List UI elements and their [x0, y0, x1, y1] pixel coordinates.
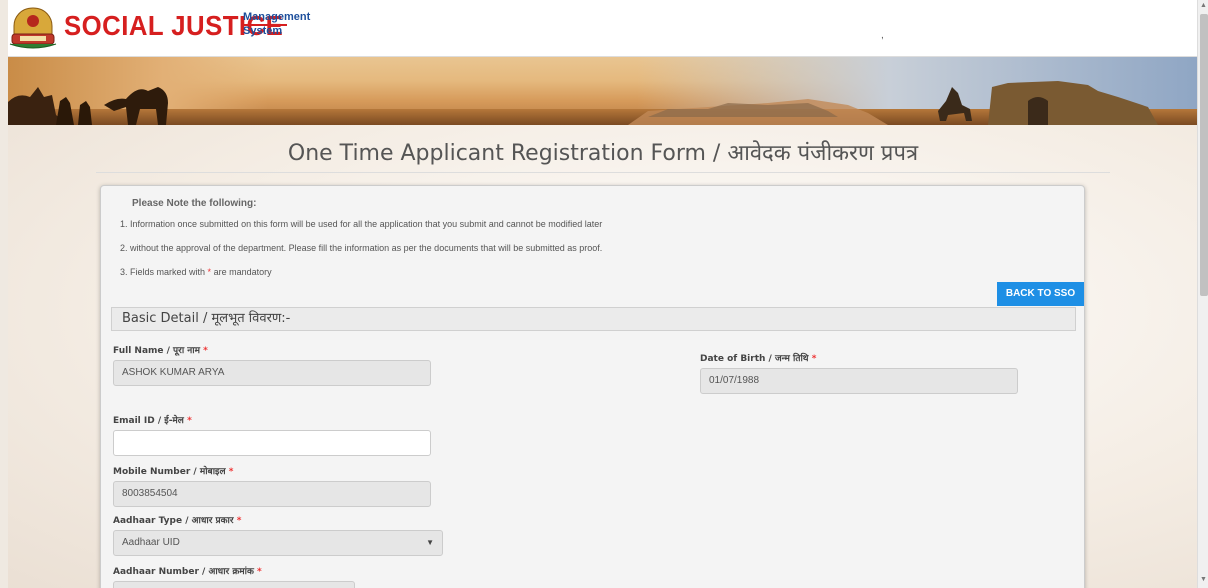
desert-banner-image: [8, 57, 1197, 125]
note-line-2: 2. without the approval of the departmen…: [120, 243, 603, 253]
site-header: SOCIAL JUSTICE Management System ,: [8, 0, 1197, 57]
email-label: Email ID / ई-मेल *: [113, 413, 192, 426]
aadhaar-number-field[interactable]: [113, 581, 355, 588]
full-name-field[interactable]: ASHOK KUMAR ARYA: [113, 360, 431, 386]
aadhaar-number-label: Aadhaar Number / आधार क्रमांक *: [113, 564, 262, 577]
required-star: *: [207, 267, 212, 277]
aadhaar-type-value: Aadhaar UID: [122, 537, 180, 548]
scrollbar-thumb[interactable]: [1200, 14, 1208, 296]
required-star: *: [203, 346, 208, 356]
brand-subtitle: Management System: [243, 12, 310, 37]
notes-heading: Please Note the following:: [132, 198, 257, 209]
page-scrollbar[interactable]: ▲ ▼: [1197, 0, 1208, 588]
scroll-up-icon[interactable]: ▲: [1200, 2, 1207, 9]
page-title: One Time Applicant Registration Form / आ…: [287, 141, 919, 166]
mobile-field[interactable]: 8003854504: [113, 481, 431, 507]
required-star: *: [811, 354, 817, 364]
required-star: *: [187, 416, 192, 426]
note-line-3: 3. Fields marked with * are mandatory: [120, 267, 272, 277]
required-star: *: [257, 567, 262, 577]
title-divider: [96, 172, 1110, 173]
note-line-3-suffix: are mandatory: [213, 267, 272, 277]
registration-form-card: Please Note the following: 1. Informatio…: [100, 185, 1085, 588]
back-to-sso-button[interactable]: BACK TO SSO: [997, 282, 1084, 306]
full-name-label: Full Name / पूरा नाम *: [113, 343, 208, 356]
email-field[interactable]: [113, 430, 431, 456]
aadhaar-type-label: Aadhaar Type / आधार प्रकार *: [113, 513, 241, 526]
header-mark: ,: [881, 30, 884, 41]
full-name-label-text: Full Name / पूरा नाम: [113, 346, 201, 356]
brand-sub-system: System: [243, 25, 283, 37]
required-star: *: [236, 516, 242, 526]
note-line-3-prefix: 3. Fields marked with: [120, 267, 206, 277]
scroll-down-icon[interactable]: ▼: [1200, 576, 1207, 583]
dob-label-text: Date of Birth / जन्म तिथि: [700, 354, 809, 364]
aadhaar-type-select[interactable]: Aadhaar UID ▼: [113, 530, 443, 556]
chevron-down-icon: ▼: [426, 538, 434, 547]
required-star: *: [228, 467, 234, 477]
browser-page: SOCIAL JUSTICE Management System , One T…: [8, 0, 1197, 588]
brand-sub-management: Management: [243, 11, 311, 23]
mobile-label: Mobile Number / मोबाइल *: [113, 464, 233, 477]
note-line-1: 1. Information once submitted on this fo…: [120, 219, 603, 229]
section-basic-detail: Basic Detail / मूलभूत विवरण:-: [111, 307, 1076, 331]
aadhaar-type-label-text: Aadhaar Type / आधार प्रकार: [113, 516, 234, 526]
aadhaar-number-label-text: Aadhaar Number / आधार क्रमांक: [113, 567, 254, 577]
main-content: One Time Applicant Registration Form / आ…: [8, 125, 1197, 588]
emblem-logo-icon[interactable]: [8, 6, 58, 50]
email-label-text: Email ID / ई-मेल: [113, 416, 184, 426]
mobile-label-text: Mobile Number / मोबाइल: [113, 467, 226, 477]
banner-silhouettes-icon: [8, 81, 1158, 125]
dob-label: Date of Birth / जन्म तिथि *: [700, 351, 816, 364]
dob-field[interactable]: 01/07/1988: [700, 368, 1018, 394]
